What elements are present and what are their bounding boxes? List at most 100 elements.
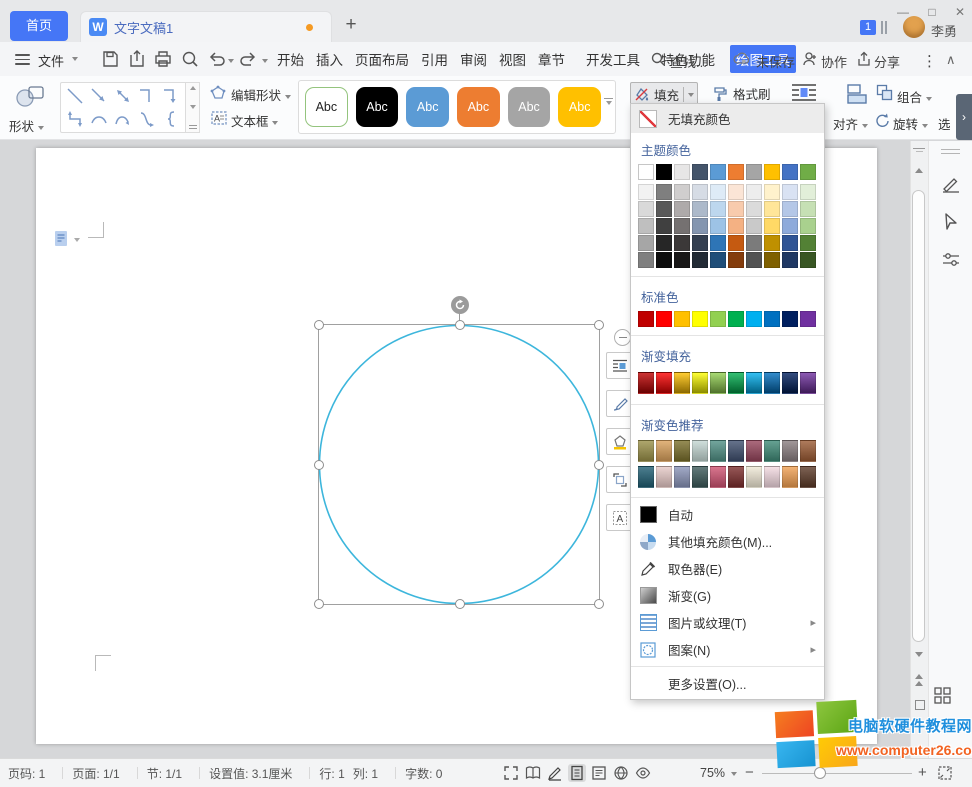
ink-edit-icon[interactable] [546,764,564,782]
color-swatch[interactable] [782,372,798,394]
color-swatch[interactable] [674,164,690,180]
format-painter-button[interactable]: 格式刷 [712,82,771,105]
collaborate-label[interactable]: 协作 [821,52,847,71]
float-toolbar-collapse-button[interactable] [614,329,631,346]
color-swatch[interactable] [764,466,780,488]
page-view-icon[interactable] [568,764,586,782]
elbow-arrow-connector-icon[interactable] [161,86,181,106]
print-icon[interactable] [153,49,173,69]
paste-options-icon[interactable] [54,230,70,247]
sidebar-drag-handle[interactable] [941,149,960,154]
color-swatch[interactable] [746,311,762,327]
circle-shape[interactable] [318,324,600,605]
collaborate-icon[interactable] [802,51,818,67]
sidebar-pen-tool[interactable] [941,174,961,194]
color-swatch[interactable] [782,466,798,488]
export-icon[interactable] [127,49,147,69]
color-swatch[interactable] [710,466,726,488]
line-shape-icon[interactable] [65,86,85,106]
color-swatch[interactable] [782,164,798,180]
color-swatch[interactable] [674,235,690,251]
color-swatch[interactable] [692,466,708,488]
user-avatar[interactable] [903,16,925,38]
prev-page-icon2[interactable] [915,681,923,686]
float-text-button[interactable]: A [606,504,633,531]
arrow-shape-icon[interactable] [89,86,109,106]
status-item[interactable]: 字数: 0 [405,765,442,782]
color-swatch[interactable] [674,218,690,234]
status-item[interactable]: 列: 1 [353,765,378,782]
rotation-handle[interactable] [451,296,469,314]
resize-handle-se[interactable] [594,599,604,609]
color-swatch[interactable] [656,372,672,394]
menu-item-pattern[interactable]: 图案(N) ▸ [631,636,824,663]
color-swatch[interactable] [782,184,798,200]
color-swatch[interactable] [800,311,816,327]
color-swatch[interactable] [674,440,690,462]
ribbon-tab-7[interactable]: 章节 [532,45,571,73]
color-swatch[interactable] [656,184,672,200]
search-icon[interactable] [650,51,666,67]
color-swatch[interactable] [728,184,744,200]
color-swatch[interactable] [638,440,654,462]
color-swatch[interactable] [710,440,726,462]
ribbon-tab-6[interactable]: 视图 [493,45,532,73]
color-swatch[interactable] [728,311,744,327]
shape-style-5[interactable]: Abc [508,87,551,127]
zoom-level[interactable]: 75% [700,766,725,780]
color-swatch[interactable] [692,235,708,251]
s-curve-arrow-icon[interactable] [137,109,157,129]
zoom-slider-track[interactable] [762,773,912,774]
redo-icon[interactable] [238,49,258,69]
color-swatch[interactable] [710,201,726,217]
close-button[interactable]: ✕ [948,3,972,21]
eye-protect-icon[interactable] [634,764,652,782]
menu-item-eyedropper[interactable]: 取色器(E) [631,555,824,582]
float-brush-button[interactable] [606,390,633,417]
color-swatch[interactable] [746,218,762,234]
resize-handle-e[interactable] [594,460,604,470]
gallery-scroll-control[interactable] [186,82,200,133]
scroll-up-icon[interactable] [915,168,923,173]
status-item[interactable]: 行: 1 [319,765,344,782]
file-menu[interactable]: 文件 [38,51,64,70]
color-swatch[interactable] [782,218,798,234]
ribbon-tab-3[interactable]: 页面布局 [349,45,415,73]
color-swatch[interactable] [764,218,780,234]
float-frame-button[interactable] [606,466,633,493]
shape-align-icon[interactable] [845,82,869,106]
user-name[interactable]: 李勇 [931,21,957,40]
color-swatch[interactable] [782,235,798,251]
panel-expand-tab[interactable]: › [956,94,972,140]
web-layout-icon[interactable] [612,764,630,782]
color-swatch[interactable] [782,440,798,462]
zoom-caret-icon[interactable] [731,772,737,776]
collapse-ribbon-icon[interactable]: ∧ [946,52,956,68]
prev-page-icon[interactable] [915,674,923,679]
color-swatch[interactable] [800,466,816,488]
color-swatch[interactable] [710,252,726,268]
color-swatch[interactable] [746,201,762,217]
color-swatch[interactable] [710,184,726,200]
text-box-button[interactable]: 文本框 [231,111,278,130]
color-swatch[interactable] [674,252,690,268]
color-swatch[interactable] [800,235,816,251]
color-swatch[interactable] [674,201,690,217]
color-swatch[interactable] [692,201,708,217]
color-swatch[interactable] [692,372,708,394]
color-swatch[interactable] [746,466,762,488]
scroll-down-icon[interactable] [915,652,923,657]
read-layout-icon[interactable] [524,764,542,782]
color-swatch[interactable] [800,218,816,234]
menu-item-gradient[interactable]: 渐变(G) [631,582,824,609]
curve-connector-icon[interactable] [89,109,109,129]
ruler-toggle-icon[interactable] [913,148,925,156]
fullscreen-view-icon[interactable] [502,764,520,782]
ribbon-tab-1[interactable]: 开始 [271,45,310,73]
color-swatch[interactable] [728,218,744,234]
color-swatch[interactable] [764,184,780,200]
color-swatch[interactable] [710,218,726,234]
undo-caret-icon[interactable] [228,59,234,63]
color-swatch[interactable] [782,201,798,217]
status-item[interactable]: 设置值: 3.1厘米 [209,765,292,782]
